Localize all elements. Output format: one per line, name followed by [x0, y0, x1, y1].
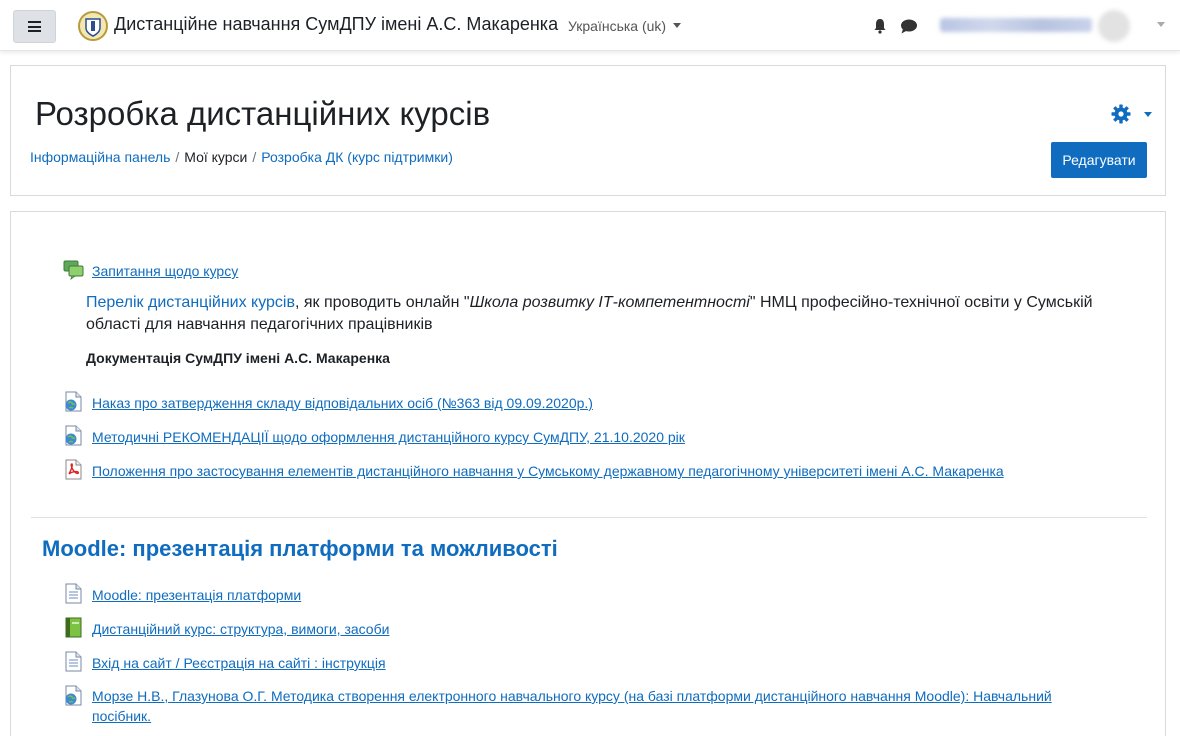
breadcrumb-separator: /: [252, 149, 257, 165]
chat-bubble-icon[interactable]: [900, 19, 918, 34]
course-content: Запитання щодо курсу Перелік дистанційни…: [10, 211, 1166, 736]
activity-link-order[interactable]: Наказ про затвердження складу відповідал…: [92, 395, 593, 411]
breadcrumb-my-courses: Мої курси: [184, 149, 248, 165]
section-title-moodle[interactable]: Moodle: презентація платформи та можливо…: [42, 536, 558, 562]
activity-link-textbook[interactable]: Морзе Н.В., Глазунова О.Г. Методика ство…: [92, 686, 1067, 726]
university-logo[interactable]: [78, 10, 108, 42]
avatar[interactable]: [1098, 10, 1130, 42]
gear-icon[interactable]: [1111, 104, 1131, 124]
edit-mode-button[interactable]: Редагувати: [1051, 142, 1147, 178]
summary-text-1: , як проводить онлайн ": [294, 294, 470, 311]
activity-link-regulation[interactable]: Положення про застосування елементів дис…: [92, 463, 1004, 479]
page-icon: [65, 583, 82, 604]
section-divider: [31, 517, 1147, 518]
top-navbar: Дистанційне навчання СумДПУ імені А.С. М…: [0, 0, 1180, 51]
page-icon: [65, 651, 82, 672]
book-icon: [65, 617, 82, 638]
documentation-heading: Документація СумДПУ імені А.С. Макаренка: [86, 350, 390, 366]
user-menu-chevron-icon[interactable]: [1157, 22, 1165, 27]
forum-icon: [63, 260, 84, 280]
url-icon: [65, 391, 82, 412]
language-menu[interactable]: Українська (uk): [568, 18, 682, 34]
activity-link-recommendations[interactable]: Методичні РЕКОМЕНДАЦІЇ щодо оформлення д…: [92, 429, 685, 445]
course-list-link[interactable]: Перелік дистанційних курсів: [86, 294, 295, 311]
breadcrumb-separator: /: [175, 149, 180, 165]
user-name-blurred[interactable]: [940, 18, 1092, 32]
language-label: Українська (uk): [568, 18, 667, 34]
activity-link-moodle-presentation[interactable]: Moodle: презентація платформи: [92, 587, 301, 603]
page-header: Розробка дистанційних курсів Інформаційн…: [10, 65, 1166, 196]
site-name-link[interactable]: Дистанційне навчання СумДПУ імені А.С. М…: [114, 14, 558, 35]
forum-link[interactable]: Запитання щодо курсу: [92, 263, 238, 279]
pdf-icon: [65, 459, 82, 480]
section-summary: Перелік дистанційних курсів, як проводит…: [86, 292, 1096, 336]
gear-menu-chevron-icon[interactable]: [1144, 112, 1152, 117]
bell-icon[interactable]: [872, 18, 888, 34]
school-name-italic: Школа розвитку ІТ-компетентності: [469, 294, 750, 311]
page-title: Розробка дистанційних курсів: [35, 95, 491, 132]
breadcrumb-dashboard[interactable]: Інформаційна панель: [30, 149, 170, 165]
hamburger-icon: [28, 21, 41, 32]
activity-link-course-structure[interactable]: Дистанційний курс: структура, вимоги, за…: [92, 621, 389, 637]
url-icon: [65, 425, 82, 446]
breadcrumb: Інформаційна панель / Мої курси / Розробка Д…: [30, 149, 453, 165]
url-icon: [65, 685, 82, 706]
activity-link-login-instructions[interactable]: Вхід на сайт / Реєстрація на сайті : інс…: [92, 655, 386, 671]
chevron-down-icon: [673, 23, 682, 28]
breadcrumb-course[interactable]: Розробка ДК (курс підтримки): [261, 149, 453, 165]
drawer-toggle-button[interactable]: [13, 10, 56, 43]
